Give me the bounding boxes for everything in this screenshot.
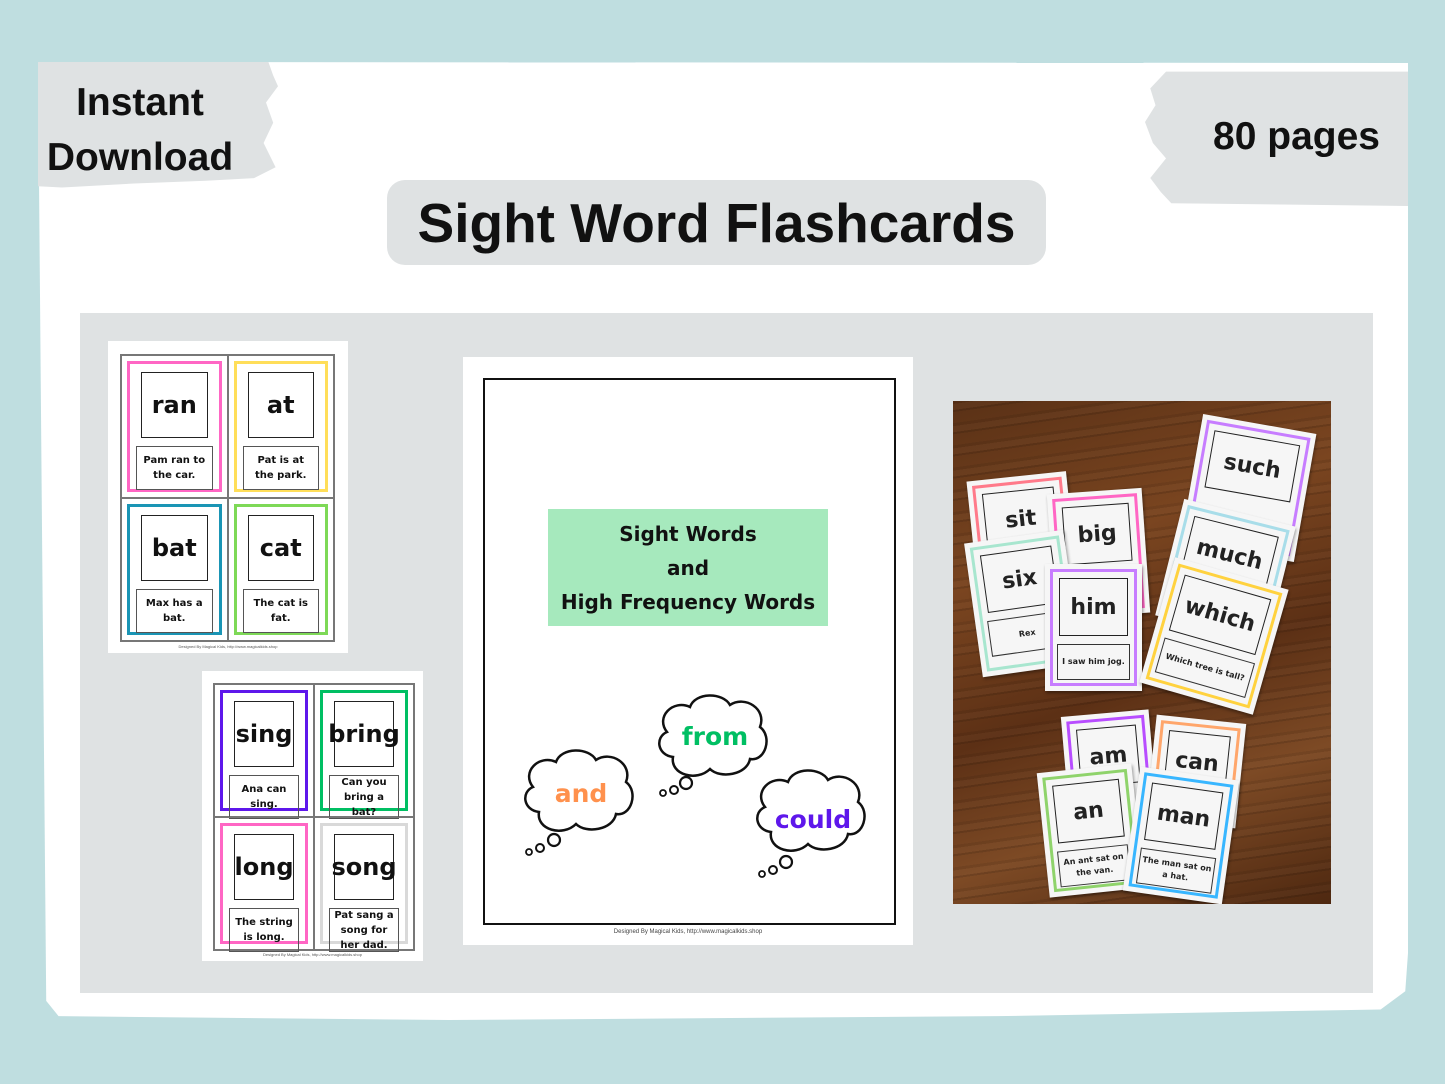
thought-cloud-could: could (753, 762, 873, 892)
cover-title-line: High Frequency Words (560, 589, 816, 614)
cloud-word: could (774, 805, 852, 834)
cover-page: Sight Words and High Frequency Words and… (463, 357, 913, 945)
page-title-text: Sight Word Flashcards (417, 191, 1016, 254)
sheet-credit: Designed By Magical Kids, http://www.mag… (263, 952, 362, 957)
flashcard-sentence: Max has a bat. (136, 589, 213, 633)
flashcard: long The string is long. (214, 817, 314, 952)
thought-cloud-and: and (521, 742, 641, 862)
cover-title-line: Sight Words (619, 521, 757, 546)
photo-card-word: an (1052, 778, 1125, 844)
badge-line-1: Instant (76, 80, 204, 124)
flashcard-word: cat (247, 515, 314, 581)
flashcard: ran Pam ran to the car. (121, 355, 228, 498)
flashcard-word: sing (234, 701, 294, 767)
flashcard: song Pat sang a song for her dad. (314, 817, 414, 952)
cover-credit: Designed By Magical Kids, http://www.mag… (613, 929, 763, 935)
photo-card: man The man sat on a hat. (1122, 766, 1240, 904)
flashcard-word: bring (328, 701, 400, 767)
flashcard: cat The cat is fat. (227, 498, 334, 641)
photo-card-word: him (1059, 578, 1128, 636)
flashcard-word: song (331, 834, 397, 900)
cover-title-box: Sight Words and High Frequency Words (548, 509, 828, 626)
cloud-word: from (681, 722, 749, 751)
flashcard-word: bat (141, 515, 208, 581)
flashcard-sentence: Ana can sing. (229, 775, 299, 819)
flashcards-photo: sit big six Rex him I saw him jog. such mu… (953, 401, 1331, 904)
flashcard-sentence: Pat is at the park. (242, 446, 319, 490)
photo-card-word: man (1144, 782, 1224, 850)
photo-card: him I saw him jog. (1045, 564, 1142, 691)
flashcard-sentence: Pat sang a song for her dad. (329, 908, 399, 952)
instant-download-badge: Instant Download (38, 62, 278, 188)
flashcard: sing Ana can sing. (214, 684, 314, 819)
flashcard-sentence: The string is long. (229, 908, 299, 952)
page-count-badge: 80 pages (1145, 71, 1408, 206)
flashcard: bat Max has a bat. (121, 498, 228, 641)
flashcard-sentence: The cat is fat. (242, 589, 319, 633)
cloud-word: and (554, 779, 608, 808)
flashcard-sentence: Can you bring a bat? (329, 775, 399, 819)
flashcard: at Pat is at the park. (227, 355, 334, 498)
photo-card-sentence: An ant sat on the van. (1057, 844, 1132, 888)
page-count-label: 80 pages (1213, 114, 1380, 158)
flashcard-word: long (234, 834, 294, 900)
flashcard-sheet-2: sing Ana can sing. bring Can you bring a b… (202, 671, 423, 961)
flashcard-sheet-1: ran Pam ran to the car. at Pat is at the p… (108, 341, 348, 653)
flashcard-sentence: Pam ran to the car. (136, 446, 213, 490)
page-title: Sight Word Flashcards (387, 180, 1046, 265)
flashcard-word: ran (141, 372, 208, 438)
sheet-credit: Designed By Magical Kids, http://www.mag… (178, 644, 278, 649)
photo-card-word: big (1061, 502, 1133, 566)
badge-line-2: Download (46, 135, 234, 179)
flashcard: bring Can you bring a bat? (314, 684, 414, 819)
photo-card-sentence: I saw him jog. (1057, 644, 1130, 680)
flashcard-word: at (247, 372, 314, 438)
cover-title-line: and (666, 555, 710, 580)
